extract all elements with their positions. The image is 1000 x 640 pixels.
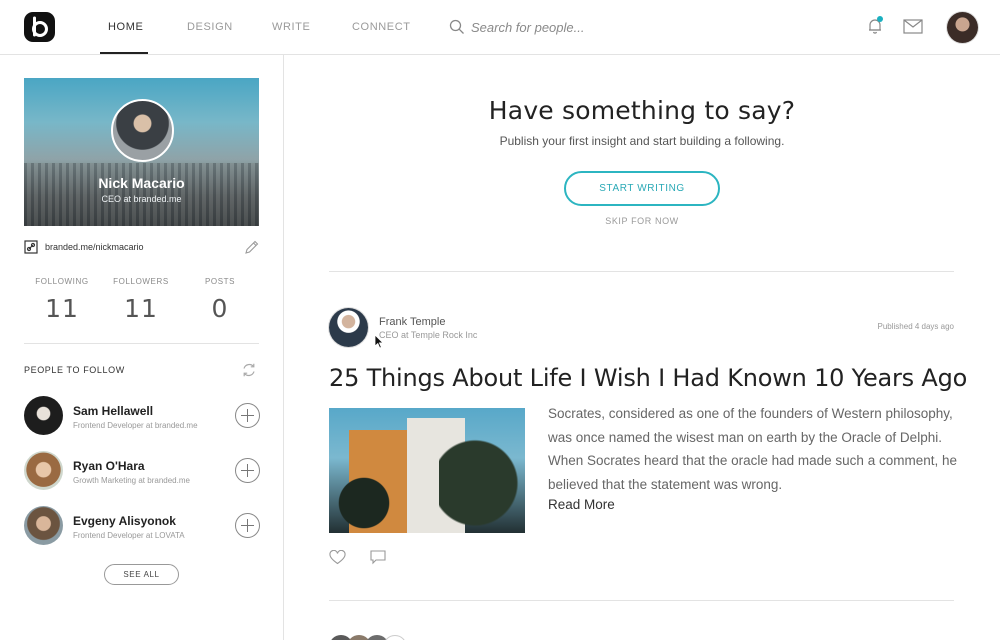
profile-avatar[interactable] [111, 99, 174, 162]
stat-label: POSTS [204, 277, 236, 286]
person-name[interactable]: Ryan O'Hara [73, 459, 145, 473]
person-role: Frontend Developer at LOVATA [73, 531, 185, 540]
published-date: Published 4 days ago [877, 322, 955, 331]
follow-button[interactable] [235, 403, 260, 428]
top-navigation-bar: HOME DESIGN WRITE CONNECT [0, 0, 1000, 55]
notification-dot [877, 16, 883, 22]
main-feed: Have something to say? Publish your firs… [284, 55, 1000, 640]
post-excerpt: Socrates, considered as one of the found… [548, 406, 957, 492]
person-avatar[interactable] [24, 506, 63, 545]
nav-tab-connect[interactable]: CONNECT [352, 21, 411, 33]
left-sidebar: Nick Macario CEO at branded.me branded.m… [0, 55, 284, 640]
read-more-link[interactable]: Read More [548, 497, 615, 512]
person-role: Frontend Developer at branded.me [73, 421, 198, 430]
user-avatar[interactable] [947, 12, 978, 43]
see-all-button[interactable]: SEE ALL [104, 564, 179, 585]
author-name[interactable]: Frank Temple [379, 316, 445, 328]
person-avatar[interactable] [24, 451, 63, 490]
search-input[interactable] [471, 16, 671, 38]
stat-following[interactable]: FOLLOWING 11 [22, 277, 102, 323]
person-role: Growth Marketing at branded.me [73, 476, 190, 485]
mail-icon[interactable] [903, 19, 923, 34]
person-name[interactable]: Sam Hellawell [73, 404, 153, 418]
refresh-icon[interactable] [241, 362, 257, 378]
nav-tab-write[interactable]: WRITE [272, 21, 310, 33]
avatar [383, 635, 407, 640]
divider [24, 343, 259, 344]
divider [329, 600, 954, 601]
heart-icon[interactable] [329, 550, 346, 565]
profile-card[interactable]: Nick Macario CEO at branded.me [24, 78, 259, 226]
active-tab-indicator [100, 52, 148, 54]
profile-name: Nick Macario [98, 175, 185, 191]
people-to-follow-heading: PEOPLE TO FOLLOW [24, 365, 125, 375]
nav-tab-home[interactable]: HOME [108, 21, 143, 33]
image-tree [329, 468, 399, 533]
comment-icon[interactable] [370, 550, 386, 565]
stat-posts[interactable]: POSTS 0 [180, 277, 260, 323]
stat-value: 11 [45, 294, 79, 323]
post-title[interactable]: 25 Things About Life I Wish I Had Known … [329, 364, 969, 392]
follow-button[interactable] [235, 458, 260, 483]
link-icon [24, 240, 38, 254]
profile-url-link[interactable]: branded.me/nickmacario [45, 242, 144, 252]
post-image[interactable] [329, 408, 525, 533]
start-writing-button[interactable]: START WRITING [564, 171, 720, 206]
image-tree [439, 408, 525, 533]
person-avatar[interactable] [24, 396, 63, 435]
search-icon[interactable] [449, 19, 465, 35]
stat-label: FOLLOWING [35, 277, 89, 286]
suggested-person: Ryan O'Hara Growth Marketing at branded.… [24, 451, 264, 491]
skip-for-now-link[interactable]: SKIP FOR NOW [284, 216, 1000, 226]
cta-title: Have something to say? [488, 96, 796, 125]
cta-subtitle: Publish your first insight and start bui… [499, 134, 785, 148]
brand-logo[interactable] [24, 12, 55, 42]
logo-b-icon [32, 16, 48, 37]
mouse-cursor-icon [374, 334, 384, 349]
stat-value: 0 [211, 294, 229, 323]
next-post-avatars [329, 633, 429, 640]
follow-button[interactable] [235, 513, 260, 538]
author-avatar[interactable] [329, 308, 368, 347]
author-role: CEO at Temple Rock Inc [379, 330, 478, 340]
suggested-person: Sam Hellawell Frontend Developer at bran… [24, 396, 264, 436]
nav-tab-design[interactable]: DESIGN [187, 21, 233, 33]
divider [329, 271, 954, 272]
stat-label: FOLLOWERS [113, 277, 169, 286]
profile-role: CEO at branded.me [101, 194, 182, 204]
stat-followers[interactable]: FOLLOWERS 11 [101, 277, 181, 323]
pencil-edit-icon[interactable] [244, 240, 259, 255]
stat-value: 11 [124, 294, 158, 323]
person-name[interactable]: Evgeny Alisyonok [73, 514, 176, 528]
suggested-person: Evgeny Alisyonok Frontend Developer at L… [24, 506, 264, 546]
